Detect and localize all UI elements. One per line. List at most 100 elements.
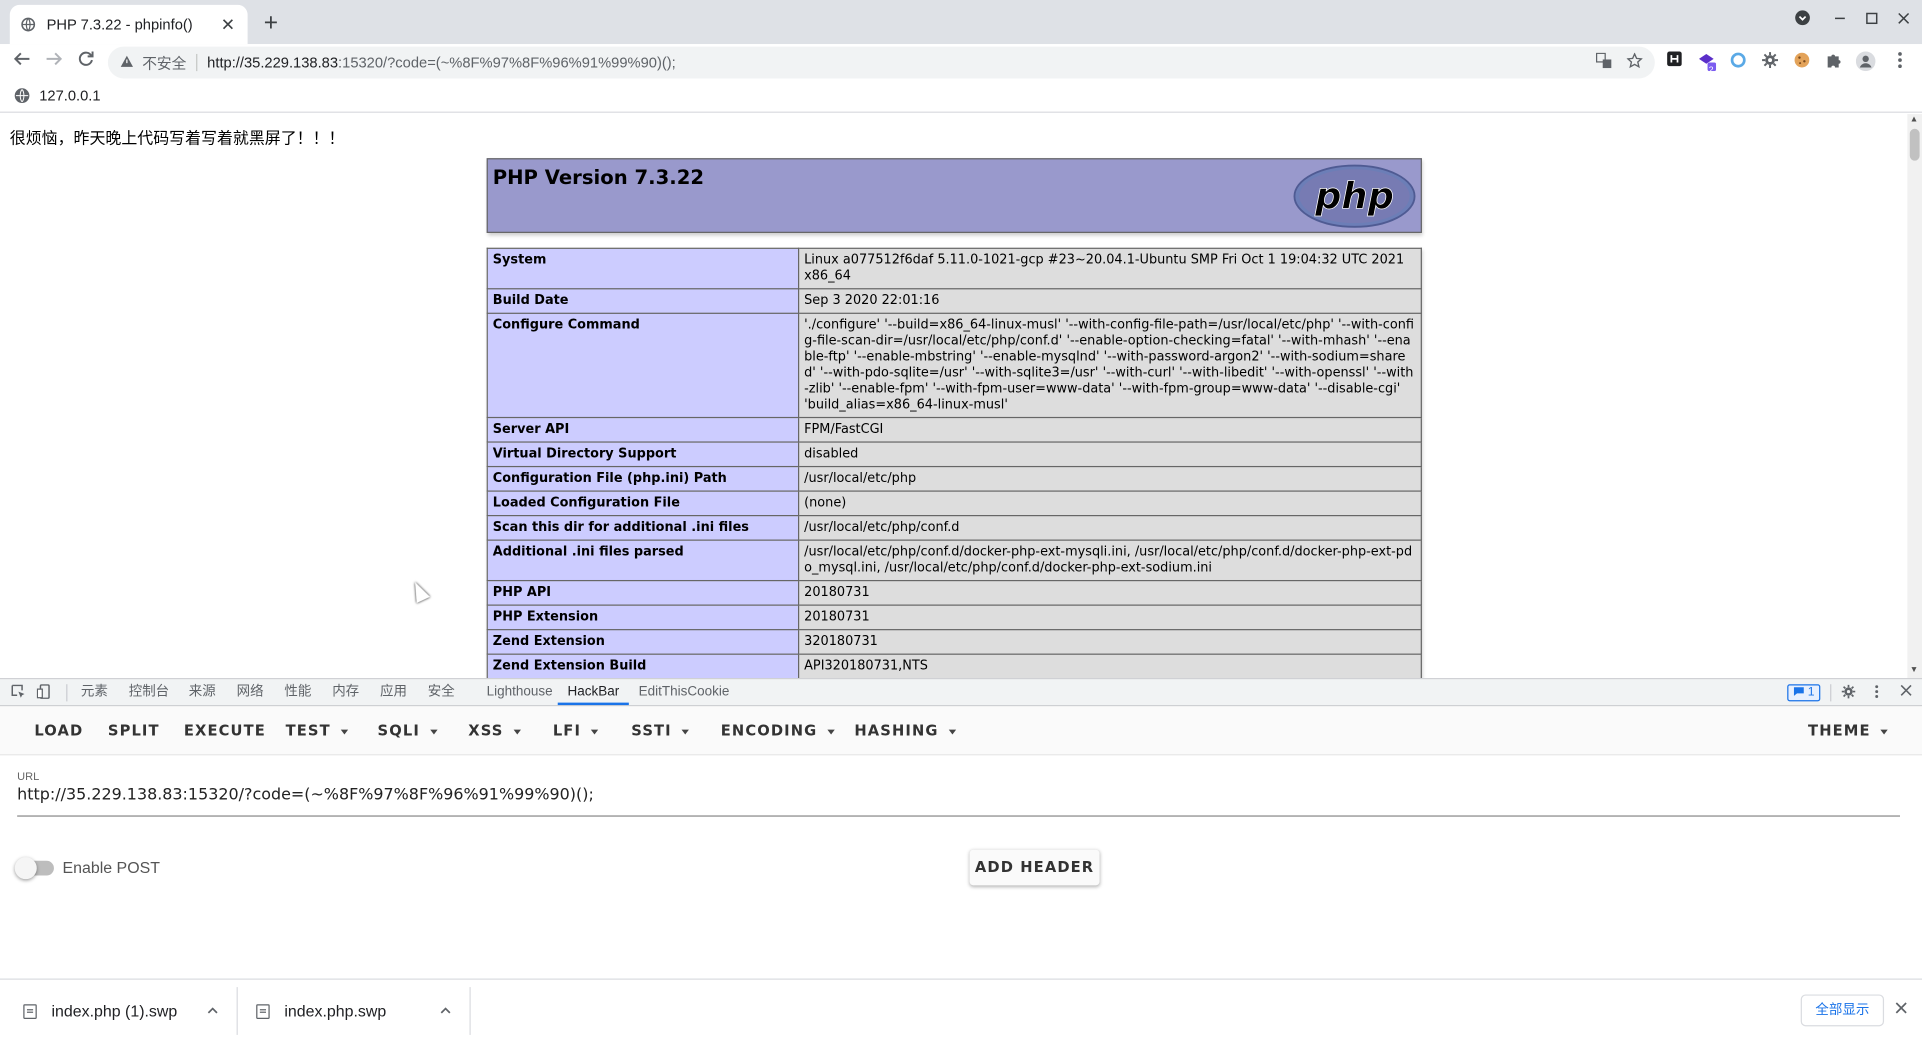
phpinfo-key: Loaded Configuration File: [486, 490, 800, 517]
chevron-down-icon: [429, 728, 438, 734]
scroll-up-icon[interactable]: ▲: [1910, 115, 1919, 124]
bookmark-star-icon[interactable]: [1626, 52, 1643, 73]
insecure-label[interactable]: 不安全: [142, 52, 186, 73]
phpinfo-header: PHP Version 7.3.22 php: [486, 158, 1422, 233]
tab-application[interactable]: 应用: [380, 679, 407, 705]
tab-memory[interactable]: 内存: [332, 679, 359, 705]
phpinfo-value: API320180731,NTS: [797, 653, 1422, 679]
cookie-extension-icon[interactable]: [1792, 52, 1812, 72]
hackbar-extension-icon[interactable]: [1665, 51, 1685, 72]
window-close-icon[interactable]: [1891, 10, 1916, 28]
page-scrollbar[interactable]: ▲ ▼: [1907, 114, 1922, 679]
tab-sources[interactable]: 来源: [189, 679, 216, 705]
phpinfo-row: Build Date Sep 3 2020 22:01:16: [486, 288, 1422, 314]
chevron-down-icon: [827, 728, 835, 734]
download-filename: index.php (1).swp: [51, 1001, 178, 1021]
devtools-panel: 元素 控制台 来源 网络 性能 内存 应用 安全 Lighthouse Hack…: [0, 678, 1922, 979]
close-shelf-icon[interactable]: [1895, 998, 1907, 1018]
theme-menu[interactable]: THEME: [1808, 722, 1888, 739]
url-host: http://35.229.138.83: [207, 53, 339, 72]
phpinfo-row: Additional .ini files parsed/usr/local/e…: [486, 539, 1422, 582]
hashing-menu[interactable]: HASHING: [854, 722, 956, 739]
mouse-cursor: [408, 579, 431, 604]
tab-lighthouse[interactable]: Lighthouse: [487, 679, 553, 705]
load-button[interactable]: LOAD: [34, 722, 83, 739]
extension-icon-ring[interactable]: [1728, 52, 1748, 72]
maximize-icon[interactable]: [1860, 10, 1885, 28]
phpinfo-key: Virtual Directory Support: [486, 441, 800, 468]
tab-phpinfo[interactable]: PHP 7.3.22 - phpinfo() ✕: [9, 4, 248, 45]
extension-badge: 2: [1708, 66, 1714, 75]
phpinfo-value: Linux a077512f6daf 5.11.0-1021-gcp #23~2…: [797, 247, 1422, 290]
phpinfo-value: 320180731: [797, 629, 1422, 655]
minimize-icon[interactable]: [1828, 10, 1853, 28]
split-button[interactable]: SPLIT: [108, 722, 160, 739]
add-header-button[interactable]: ADD HEADER: [969, 849, 1100, 886]
download-item[interactable]: index.php (1).swp: [23, 980, 231, 1041]
ssti-menu[interactable]: SSTI: [631, 722, 689, 739]
download-shelf: index.php (1).swp index.php.swp 全部显示: [0, 978, 1922, 1041]
issues-badge[interactable]: 1: [1787, 684, 1821, 702]
tab-strip: PHP 7.3.22 - phpinfo() ✕ +: [0, 0, 1922, 45]
extensions-puzzle-icon[interactable]: [1824, 52, 1844, 72]
encoding-menu[interactable]: ENCODING: [721, 722, 835, 739]
scroll-down-icon[interactable]: ▼: [1910, 666, 1919, 675]
download-item[interactable]: index.php.swp: [256, 980, 464, 1041]
profile-avatar-icon[interactable]: [1855, 51, 1876, 72]
tab-console[interactable]: 控制台: [129, 679, 169, 705]
devtools-divider: [66, 684, 68, 702]
phpinfo-key: PHP Extension: [486, 604, 800, 631]
address-bar[interactable]: 不安全 http://35.229.138.83:15320/?code=(~%…: [107, 46, 1655, 79]
tab-hackbar[interactable]: HackBar: [557, 679, 630, 706]
file-icon: [256, 1003, 270, 1019]
url-field-value[interactable]: http://35.229.138.83:15320/?code=(~%8F%9…: [17, 786, 594, 804]
sqli-menu[interactable]: SQLI: [378, 722, 438, 739]
test-menu-label: TEST: [285, 722, 331, 740]
phpinfo-key: Zend Extension Build: [486, 653, 800, 679]
tab-search-icon[interactable]: [1790, 10, 1815, 30]
extension-icon-gear[interactable]: [1760, 52, 1780, 72]
phpinfo-table: System Linux a077512f6daf 5.11.0-1021-gcp…: [486, 247, 1422, 679]
extension-icon-purple[interactable]: 2: [1697, 52, 1717, 75]
show-all-downloads-button[interactable]: 全部显示: [1800, 994, 1885, 1027]
devtools-settings-icon[interactable]: [1840, 684, 1857, 701]
chrome-menu-icon[interactable]: [1890, 52, 1910, 72]
phpinfo-row: Server API FPM/FastCGI: [486, 416, 1422, 443]
devtools-menu-icon[interactable]: [1868, 684, 1885, 701]
toggle-knob[interactable]: [14, 857, 37, 880]
translate-icon[interactable]: [1595, 52, 1612, 73]
tab-performance[interactable]: 性能: [284, 679, 311, 705]
lfi-menu[interactable]: LFI: [553, 722, 599, 739]
hackbar-url-field[interactable]: URL http://35.229.138.83:15320/?code=(~%…: [17, 770, 1900, 817]
tab-close-icon[interactable]: ✕: [218, 15, 238, 35]
enable-post-label[interactable]: Enable POST: [63, 858, 160, 876]
xss-menu[interactable]: XSS: [468, 722, 521, 739]
chevron-up-icon[interactable]: [440, 1004, 451, 1017]
php-logo[interactable]: php: [1293, 164, 1416, 228]
new-tab-button[interactable]: +: [260, 11, 282, 36]
forward-icon[interactable]: [42, 50, 67, 75]
issues-count: 1: [1807, 685, 1815, 699]
phpinfo-key: Additional .ini files parsed: [486, 539, 800, 582]
enable-post-toggle[interactable]: [14, 857, 54, 880]
devtools-close-icon[interactable]: [1898, 684, 1915, 701]
device-toolbar-icon[interactable]: [36, 684, 53, 701]
reload-icon[interactable]: [74, 50, 99, 75]
execute-button[interactable]: EXECUTE: [184, 722, 266, 739]
bookmark-label: 127.0.0.1: [39, 87, 101, 105]
back-icon[interactable]: [10, 50, 35, 75]
phpinfo-row: System Linux a077512f6daf 5.11.0-1021-gcp…: [486, 247, 1422, 290]
tab-network[interactable]: 网络: [237, 679, 264, 705]
tab-security[interactable]: 安全: [428, 679, 455, 705]
phpinfo-key: Build Date: [486, 288, 800, 314]
test-menu[interactable]: TEST: [286, 722, 348, 739]
tab-editthiscookie[interactable]: EditThisCookie: [639, 679, 730, 705]
devtools-tabbar: 元素 控制台 来源 网络 性能 内存 应用 安全 Lighthouse Hack…: [0, 679, 1922, 707]
inspect-element-icon[interactable]: [10, 684, 27, 701]
tab-elements[interactable]: 元素: [81, 679, 108, 705]
chevron-up-icon[interactable]: [207, 1004, 218, 1017]
bookmarks-bar: 127.0.0.1: [0, 79, 1922, 113]
phpinfo-key: Configuration File (php.ini) Path: [486, 465, 800, 492]
bookmark-item[interactable]: 127.0.0.1: [14, 87, 101, 105]
scroll-thumb[interactable]: [1909, 128, 1920, 161]
